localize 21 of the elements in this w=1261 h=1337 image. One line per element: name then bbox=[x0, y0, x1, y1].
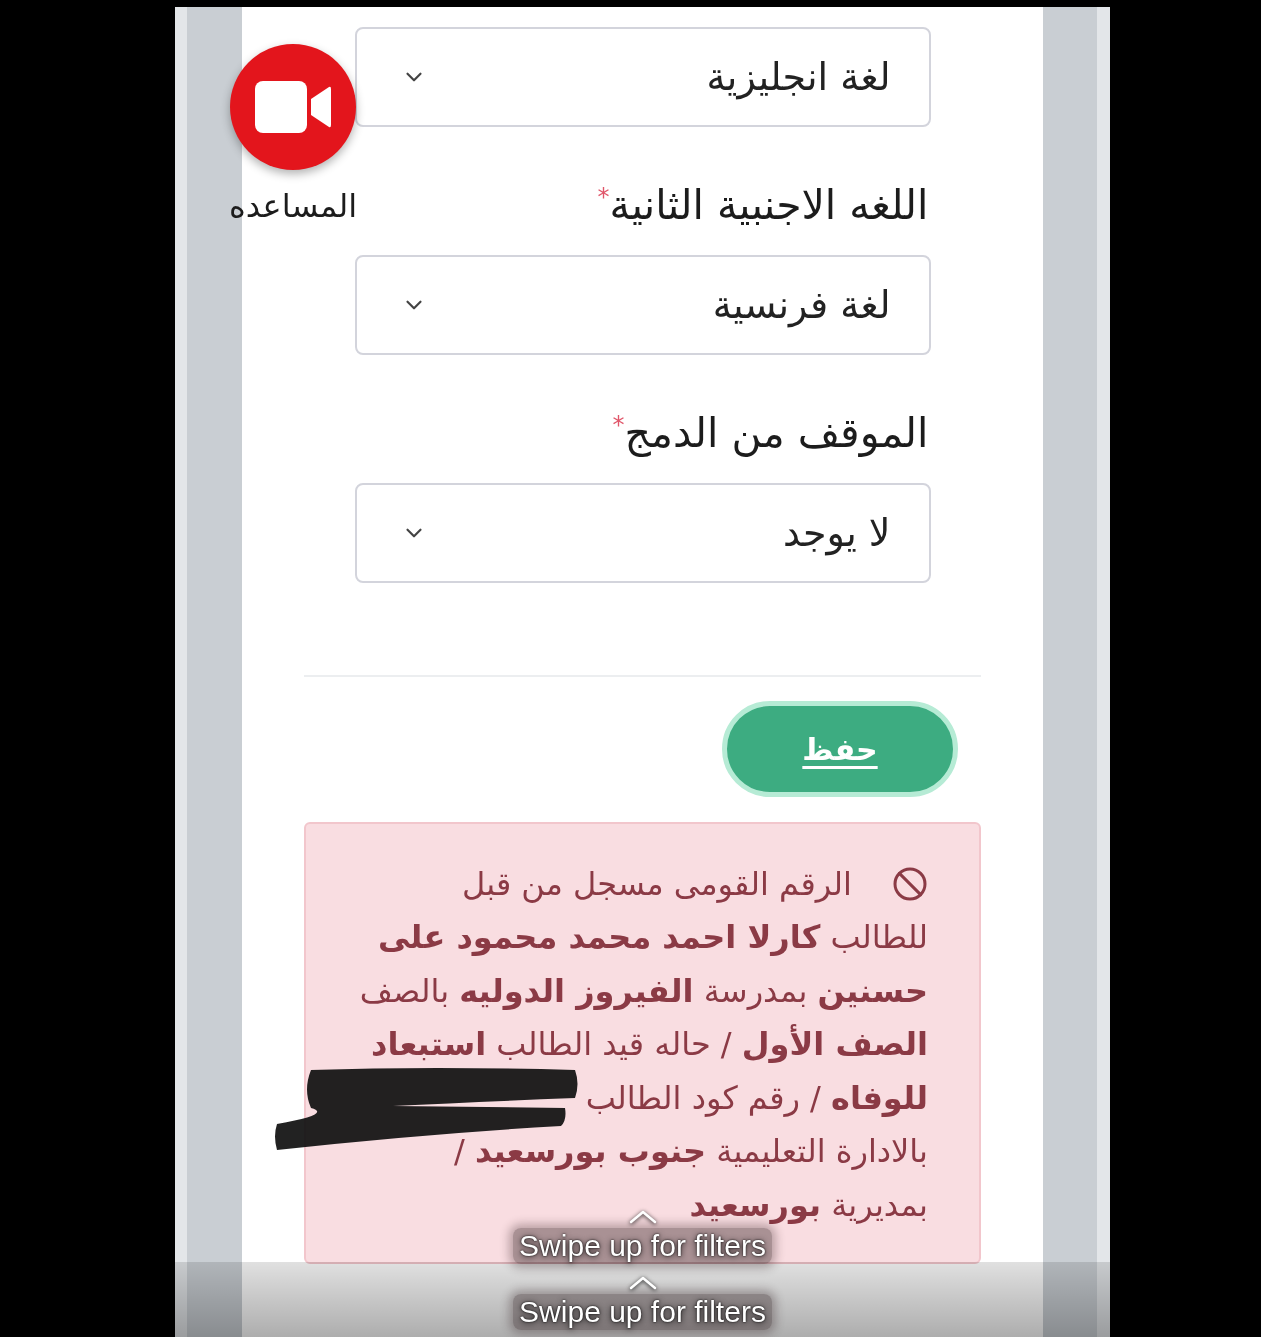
prohibited-icon bbox=[892, 865, 928, 902]
alert-message-line: الصف الأول / حاله قيد الطالب استبعاد bbox=[371, 1023, 928, 1066]
alert-message-line: للطالب كارلا احمد محمد محمود على bbox=[378, 917, 928, 959]
select-field[interactable]: لا يوجد bbox=[354, 483, 931, 583]
field-label: اللغه الاجنبية الثانية bbox=[609, 181, 929, 229]
select-field[interactable]: لغة انجليزية bbox=[354, 27, 931, 127]
required-asterisk: * bbox=[597, 185, 610, 209]
alert-message-line: الرقم القومى مسجل من قبل bbox=[462, 863, 852, 905]
required-asterisk: * bbox=[612, 413, 625, 437]
select-field[interactable]: لغة فرنسية bbox=[354, 255, 931, 355]
help-label: المساعده bbox=[229, 186, 358, 226]
alert-message-line: للوفاه / رقم كود الطالب bbox=[585, 1077, 928, 1119]
chevron-up-icon bbox=[628, 1276, 657, 1290]
swipe-hint: Swipe up for filters bbox=[513, 1228, 772, 1264]
chevron-up-icon bbox=[628, 1210, 657, 1224]
field-label: الموقف من الدمج bbox=[624, 409, 929, 457]
alert-message-line: بالادارة التعليمية جنوب بورسعيد / bbox=[454, 1131, 928, 1173]
alert-message-line: بمديرية بورسعيد bbox=[689, 1184, 928, 1226]
swipe-hint: Swipe up for filters bbox=[513, 1294, 772, 1330]
alert-message-line: حسنين بمدرسة الفيروز الدوليه بالصف bbox=[359, 970, 928, 1012]
video-camera-icon bbox=[255, 81, 332, 133]
